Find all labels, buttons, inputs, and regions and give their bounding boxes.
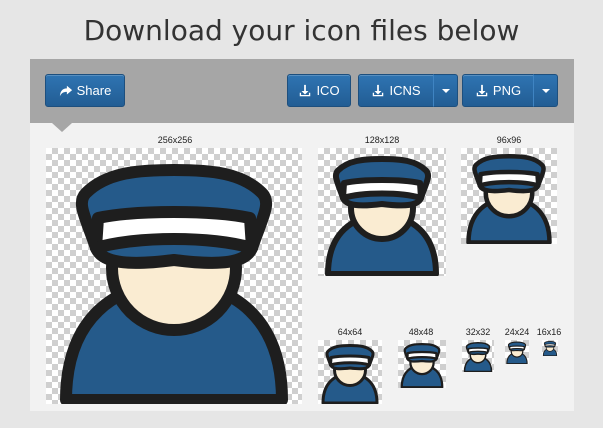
- police-officer-icon: [466, 154, 552, 244]
- download-icon: [373, 84, 384, 96]
- download-icns-button[interactable]: ICNS: [358, 74, 434, 107]
- size-label-128: 128x128: [364, 135, 400, 145]
- size-label-48: 48x48: [408, 327, 434, 337]
- download-icon: [300, 84, 311, 96]
- png-options-dropdown[interactable]: [533, 74, 558, 107]
- chevron-down-icon: [541, 88, 550, 93]
- police-officer-icon: [542, 341, 558, 356]
- police-officer-icon: [506, 341, 528, 364]
- icon-preview-128: [318, 148, 446, 276]
- size-label-64: 64x64: [337, 327, 363, 337]
- police-officer-icon: [325, 156, 439, 276]
- share-button[interactable]: Share: [45, 74, 125, 107]
- size-label-16: 16x16: [536, 327, 562, 337]
- download-ico-button[interactable]: ICO: [287, 74, 351, 107]
- icon-preview-256: [46, 148, 302, 404]
- ico-button-label: ICO: [316, 83, 340, 98]
- icns-options-dropdown[interactable]: [433, 74, 458, 107]
- chevron-down-icon: [441, 88, 450, 93]
- icon-preview-16: [542, 340, 558, 356]
- share-icon: [59, 85, 72, 96]
- download-toolbar: Share ICO ICNS PNG: [30, 59, 574, 123]
- icon-preview-64: [318, 340, 382, 404]
- page-title: Download your icon files below: [83, 14, 520, 47]
- share-button-label: Share: [76, 83, 112, 98]
- download-icon: [476, 84, 488, 96]
- size-label-32: 32x32: [465, 327, 491, 337]
- png-button-label: PNG: [492, 83, 522, 98]
- icon-preview-48: [398, 340, 446, 388]
- size-label-96: 96x96: [496, 135, 522, 145]
- police-officer-icon: [321, 344, 379, 404]
- download-png-button[interactable]: PNG: [462, 74, 534, 107]
- size-label-24: 24x24: [504, 327, 530, 337]
- icns-button-label: ICNS: [389, 83, 421, 98]
- police-officer-icon: [60, 164, 288, 404]
- icon-preview-24: [505, 340, 529, 364]
- icon-preview-32: [462, 340, 494, 372]
- police-officer-icon: [463, 342, 493, 372]
- toolbar-pointer: [52, 123, 72, 132]
- police-officer-icon: [400, 343, 444, 388]
- size-label-256: 256x256: [157, 135, 193, 145]
- icon-preview-96: [461, 148, 557, 244]
